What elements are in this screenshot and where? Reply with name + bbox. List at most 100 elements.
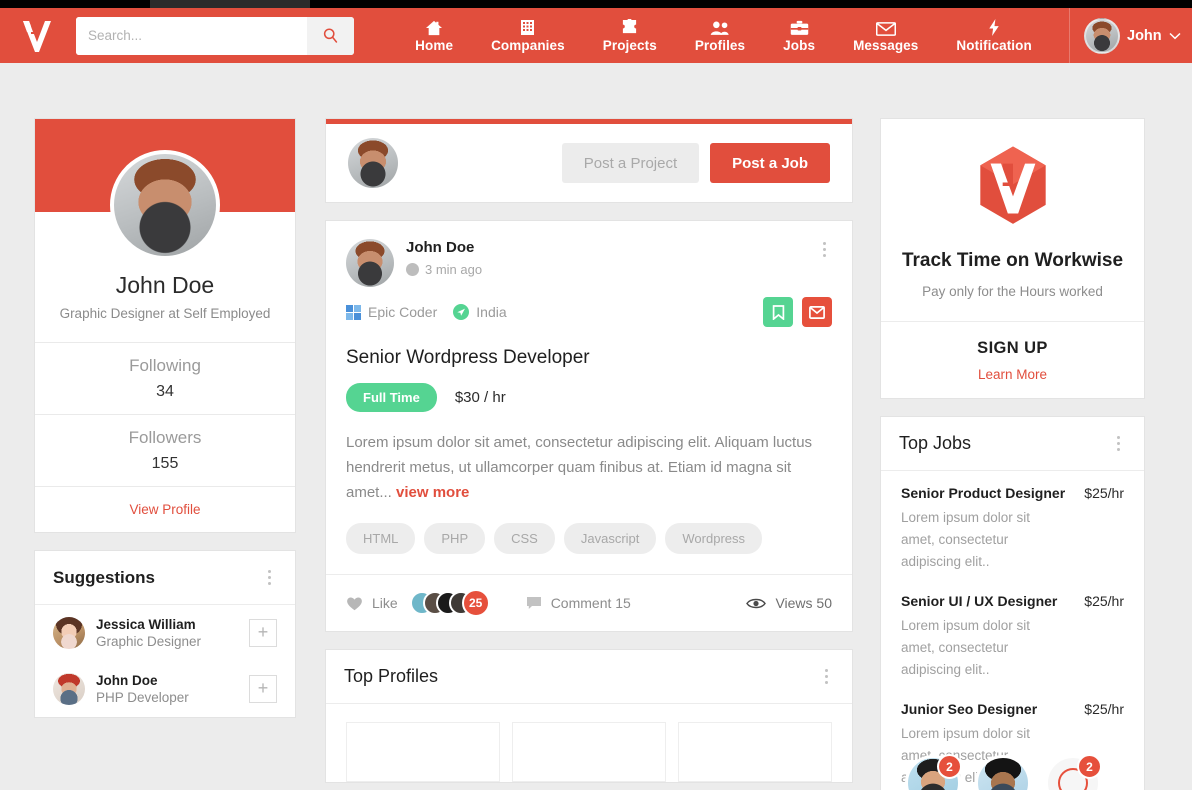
views-indicator: Views 50 xyxy=(746,595,832,611)
location-arrow-icon xyxy=(453,304,470,320)
suggestion-role: Graphic Designer xyxy=(96,634,202,649)
nav-item-jobs[interactable]: Jobs xyxy=(779,17,819,55)
post-company[interactable]: Epic Coder xyxy=(346,304,437,320)
tag-html[interactable]: HTML xyxy=(346,523,416,554)
comment-button[interactable]: Comment 15 xyxy=(526,595,631,611)
learn-more-link[interactable]: Learn More xyxy=(881,367,1144,382)
page-content: John Doe Graphic Designer at Self Employ… xyxy=(0,63,1192,790)
workwise-logo-icon[interactable] xyxy=(0,16,74,56)
chat-badge: 2 xyxy=(937,754,962,779)
chat-avatar-1[interactable]: 2 xyxy=(905,754,962,790)
envelope-icon xyxy=(875,19,896,36)
post-project-button[interactable]: Post a Project xyxy=(561,143,700,183)
profile-avatar-wrap xyxy=(35,150,295,260)
nav-item-projects[interactable]: Projects xyxy=(599,17,661,55)
top-jobs-header: Top Jobs xyxy=(881,417,1144,471)
message-button[interactable] xyxy=(802,297,832,327)
search-box[interactable] xyxy=(76,16,354,55)
avatar xyxy=(53,673,85,705)
nav-label-profiles: Profiles xyxy=(694,37,746,53)
avatar[interactable] xyxy=(346,239,394,287)
top-profiles-header: Top Profiles xyxy=(326,650,852,704)
like-avatar-stack[interactable]: 25 xyxy=(409,589,490,617)
suggestions-title: Suggestions xyxy=(53,567,156,587)
heart-icon xyxy=(347,597,362,610)
promo-body: Track Time on Workwise Pay only for the … xyxy=(881,119,1144,321)
profile-subtitle: Graphic Designer at Self Employed xyxy=(59,306,271,321)
search-input[interactable] xyxy=(76,16,307,55)
post-quick-actions xyxy=(763,297,832,327)
job-description: Lorem ipsum dolor sit amet, consectetur … xyxy=(326,412,852,505)
bolt-icon xyxy=(988,18,1000,36)
suggestion-text: John Doe PHP Developer xyxy=(96,673,238,705)
signup-button[interactable]: SIGN UP xyxy=(881,339,1144,358)
chat-toggle-button[interactable]: 2 xyxy=(1045,754,1102,790)
like-count-badge: 25 xyxy=(461,589,490,617)
user-menu[interactable]: John xyxy=(1069,8,1192,63)
job-post-card: John Doe 3 min ago Epic Coder India Seni… xyxy=(325,220,853,632)
job-rate: $25/hr xyxy=(1084,593,1124,609)
top-profiles-card: Top Profiles xyxy=(325,649,853,783)
browser-tab[interactable] xyxy=(150,0,310,8)
tag-css[interactable]: CSS xyxy=(494,523,555,554)
right-sidebar: Track Time on Workwise Pay only for the … xyxy=(880,118,1145,790)
job-summary-row: Full Time $30 / hr xyxy=(326,369,852,412)
suggestion-name: Jessica William xyxy=(96,617,196,632)
job-row-top: Senior UI / UX Designer $25/hr xyxy=(901,593,1124,609)
nav-item-notification[interactable]: Notification xyxy=(952,17,1035,55)
nav-item-messages[interactable]: Messages xyxy=(849,17,922,55)
nav-item-home[interactable]: Home xyxy=(411,17,457,55)
briefcase-icon xyxy=(790,19,809,36)
company-icon xyxy=(346,304,361,320)
bookmark-button[interactable] xyxy=(763,297,793,327)
kebab-menu-icon[interactable] xyxy=(262,567,277,588)
stat-label-followers: Followers xyxy=(128,428,202,447)
post-job-button[interactable]: Post a Job xyxy=(710,143,830,183)
post-composer-card: Post a Project Post a Job xyxy=(325,118,853,203)
top-profile-card[interactable] xyxy=(512,722,666,782)
nav-links: Home Companies Projects Profiles Jobs Me… xyxy=(378,17,1069,55)
job-title: Senior Wordpress Developer xyxy=(346,347,590,368)
nav-label-jobs: Jobs xyxy=(783,37,816,53)
profile-avatar[interactable] xyxy=(110,150,220,260)
kebab-menu-icon[interactable] xyxy=(1111,433,1126,454)
stat-following: Following 34 xyxy=(35,342,295,414)
bookmark-icon xyxy=(772,304,784,320)
comment-label: Comment 15 xyxy=(550,595,631,611)
list-item[interactable]: Senior Product Designer $25/hr Lorem ips… xyxy=(881,471,1144,579)
nav-item-profiles[interactable]: Profiles xyxy=(691,17,749,55)
suggestion-text: Jessica William Graphic Designer xyxy=(96,617,238,649)
tag-javascript[interactable]: Javascript xyxy=(563,523,657,554)
top-profile-card[interactable] xyxy=(346,722,500,782)
envelope-icon xyxy=(809,305,825,319)
add-connection-button[interactable]: + xyxy=(249,619,277,647)
post-header: John Doe 3 min ago xyxy=(326,221,852,287)
page-root: Home Companies Projects Profiles xyxy=(0,0,1192,790)
list-item[interactable]: Senior UI / UX Designer $25/hr Lorem ips… xyxy=(881,579,1144,687)
job-description: Lorem ipsum dolor sit amet, consectetur … xyxy=(901,510,1031,569)
tag-wordpress[interactable]: Wordpress xyxy=(665,523,763,554)
user-avatar xyxy=(1084,17,1120,54)
kebab-menu-icon[interactable] xyxy=(817,239,832,260)
top-profiles-title: Top Profiles xyxy=(344,666,439,686)
list-item[interactable]: John Doe PHP Developer + xyxy=(35,661,295,717)
top-profile-card[interactable] xyxy=(678,722,832,782)
job-rate: $25/hr xyxy=(1084,701,1124,717)
promo-footer: SIGN UP Learn More xyxy=(881,321,1144,398)
search-button[interactable] xyxy=(307,16,354,55)
chat-avatar-2[interactable] xyxy=(975,755,1031,790)
view-more-link[interactable]: view more xyxy=(396,484,469,501)
kebab-menu-icon[interactable] xyxy=(819,666,834,687)
stat-label-following: Following xyxy=(129,356,201,375)
list-item[interactable]: Jessica William Graphic Designer + xyxy=(35,605,295,661)
composer-avatar xyxy=(348,138,398,188)
view-profile-link[interactable]: View Profile xyxy=(35,486,295,532)
post-footer: Like 25 Comment 15 Views 50 xyxy=(326,574,852,631)
job-row-top: Senior Product Designer $25/hr xyxy=(901,485,1124,501)
add-connection-button[interactable]: + xyxy=(249,675,277,703)
tag-php[interactable]: PHP xyxy=(424,523,486,554)
nav-item-companies[interactable]: Companies xyxy=(487,17,569,55)
top-profiles-list xyxy=(326,704,852,782)
post-location[interactable]: India xyxy=(453,304,507,320)
like-button[interactable]: Like xyxy=(346,595,398,611)
